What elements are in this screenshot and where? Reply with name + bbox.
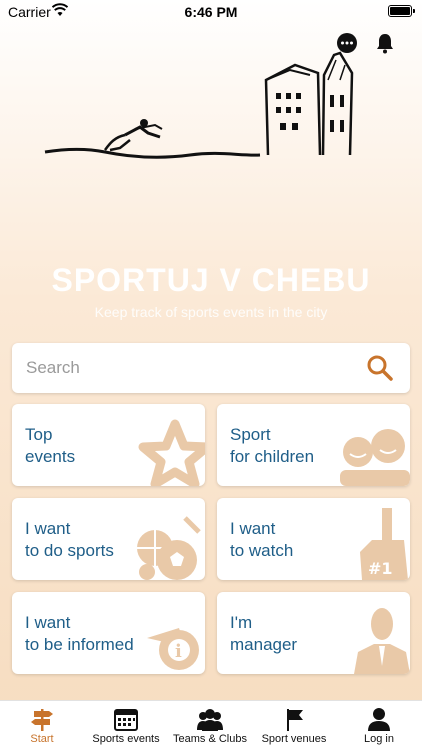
team-icon: [197, 709, 223, 731]
tab-label: Start: [30, 733, 54, 745]
tile-watch[interactable]: I want to watch #1: [217, 498, 410, 580]
tab-start[interactable]: Start: [0, 701, 84, 750]
tile-be-informed[interactable]: I want to be informed i: [12, 592, 205, 674]
app-subtitle: Keep track of sports events in the city: [94, 304, 328, 320]
whistle-info-icon: i: [147, 628, 199, 670]
tab-label: Log in: [364, 733, 394, 745]
signpost-icon: [31, 709, 53, 731]
tab-label: Sport venues: [261, 733, 327, 745]
tab-sports-events[interactable]: Sports events: [84, 701, 168, 750]
search-icon[interactable]: [366, 354, 394, 382]
tile-sport-for-children[interactable]: Sport for children: [217, 404, 410, 486]
tab-label: Sports events: [92, 733, 160, 745]
search-bar[interactable]: Search: [12, 343, 410, 393]
tile-label: I want to watch: [230, 519, 294, 560]
runner-and-town-illustration: [44, 51, 354, 159]
tile-manager[interactable]: I'm manager: [217, 592, 410, 674]
foam-finger-icon: #1: [360, 508, 408, 580]
svg-text:i: i: [175, 641, 182, 662]
tab-log-in[interactable]: Log in: [336, 701, 422, 750]
svg-text:#1: #1: [368, 559, 393, 578]
flag-icon: [287, 709, 303, 731]
tab-bar: Start Sports events Teams & Clubs Sport …: [0, 700, 422, 750]
battery-icon: [388, 5, 415, 17]
user-icon: [368, 708, 390, 731]
children-icon: [340, 429, 410, 486]
tab-sport-venues[interactable]: Sport venues: [252, 701, 336, 750]
bell-icon[interactable]: [374, 32, 396, 54]
sports-balls-icon: [137, 516, 201, 580]
calendar-icon: [114, 709, 138, 731]
tab-teams-clubs[interactable]: Teams & Clubs: [168, 701, 252, 750]
tile-top-events[interactable]: Top events: [12, 404, 205, 486]
tab-label: Teams & Clubs: [173, 733, 247, 745]
search-input[interactable]: Search: [26, 358, 80, 378]
status-bar: Carrier 6:46 PM: [0, 0, 422, 26]
clock: 6:46 PM: [184, 4, 238, 20]
tile-do-sports[interactable]: I want to do sports: [12, 498, 205, 580]
star-icon: [138, 419, 205, 486]
app-title: SPORTUJ V CHEBU: [51, 262, 371, 298]
tile-label: I want to be informed: [25, 613, 134, 654]
manager-icon: [354, 608, 410, 674]
tile-label: I'm manager: [230, 613, 298, 654]
